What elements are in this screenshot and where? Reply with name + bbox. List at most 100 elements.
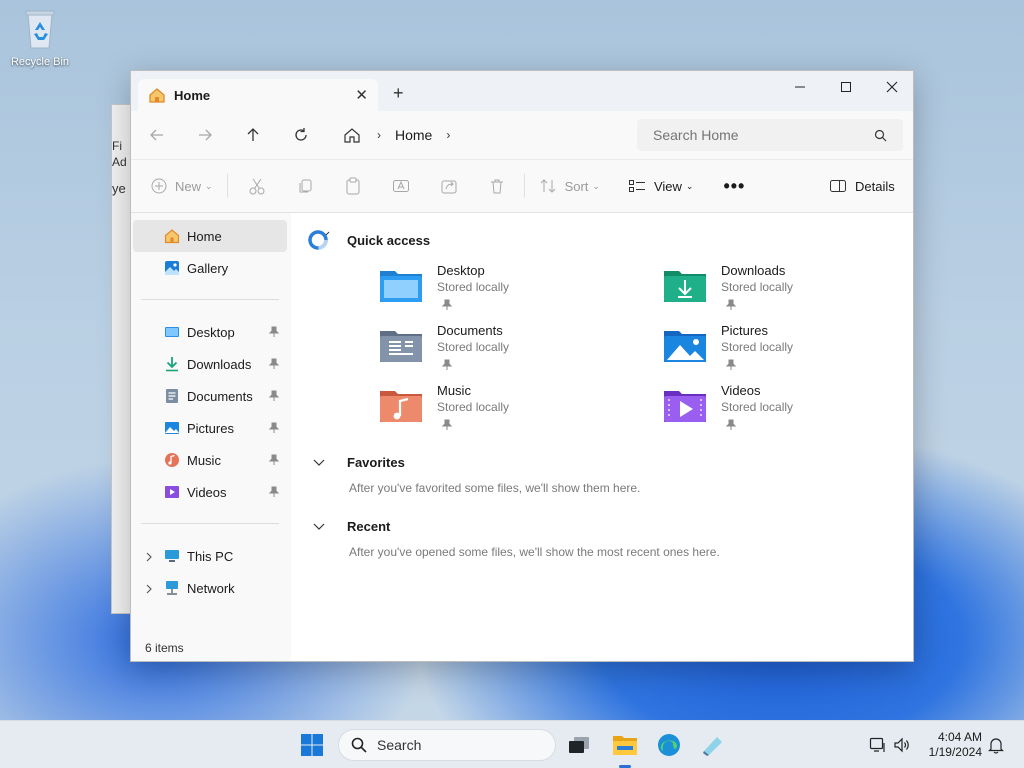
breadcrumb-home[interactable]: Home xyxy=(395,127,432,143)
up-button[interactable] xyxy=(229,119,277,151)
expand-chevron-icon[interactable] xyxy=(145,550,153,565)
minimize-button[interactable] xyxy=(777,71,823,103)
background-window-text-3: ye xyxy=(112,181,126,196)
paste-button[interactable] xyxy=(336,170,370,202)
quick-access-item-pictures[interactable]: Pictures Stored locally xyxy=(663,323,923,379)
expand-chevron-icon[interactable] xyxy=(145,582,153,597)
quick-access-location: Stored locally xyxy=(721,340,794,354)
pin-icon[interactable] xyxy=(269,390,279,402)
quick-access-location: Stored locally xyxy=(721,280,794,294)
sort-button[interactable]: Sort ⌄ xyxy=(531,170,608,202)
quick-access-item-downloads[interactable]: Downloads Stored locally xyxy=(663,263,923,319)
taskbar-search-box[interactable]: Search xyxy=(338,729,556,761)
sidebar-item-music[interactable]: Music xyxy=(133,444,287,476)
command-bar: New ⌄ Sort ⌄ View ⌄ ••• Details xyxy=(131,159,913,213)
arrow-right-icon xyxy=(199,129,212,141)
sidebar-item-label: Network xyxy=(187,580,235,596)
view-label: View xyxy=(653,178,682,194)
pin-icon[interactable] xyxy=(269,422,279,434)
taskbar-search-label: Search xyxy=(377,737,422,753)
pin-icon[interactable] xyxy=(269,358,279,370)
file-explorer-taskbar-button[interactable] xyxy=(609,729,641,761)
sidebar-item-label: Home xyxy=(187,228,222,244)
search-icon xyxy=(874,129,887,141)
share-button[interactable] xyxy=(432,170,466,202)
pin-icon[interactable] xyxy=(269,486,279,498)
breadcrumb-chevron-end-icon[interactable]: › xyxy=(446,128,450,142)
tab-home[interactable]: Home ✕ xyxy=(138,79,378,111)
maximize-button[interactable] xyxy=(823,71,869,103)
favorites-title: Favorites xyxy=(347,455,405,470)
sidebar-item-videos[interactable]: Videos xyxy=(133,476,287,508)
home-icon xyxy=(164,229,180,244)
home-icon xyxy=(344,128,360,143)
collapse-chevron-icon xyxy=(307,523,331,531)
quick-access-item-desktop[interactable]: Desktop Stored locally xyxy=(379,263,639,319)
trash-icon xyxy=(490,179,503,194)
new-tab-button[interactable]: + xyxy=(393,83,404,104)
pin-icon[interactable] xyxy=(269,326,279,338)
close-window-button[interactable] xyxy=(869,71,915,103)
sidebar-item-label: This PC xyxy=(187,548,234,564)
app-icon xyxy=(703,737,722,756)
sidebar-item-network[interactable]: Network xyxy=(133,572,287,604)
network-status-icon xyxy=(869,737,885,752)
notifications-button[interactable] xyxy=(980,729,1012,761)
sidebar-item-label: Desktop xyxy=(187,324,235,340)
quick-access-header[interactable]: Quick access xyxy=(307,229,430,251)
view-button[interactable]: View ⌄ xyxy=(620,170,702,202)
delete-button[interactable] xyxy=(480,170,514,202)
sidebar-item-gallery[interactable]: Gallery xyxy=(133,252,287,284)
loading-spinner-icon xyxy=(307,229,331,251)
recycle-bin-shortcut[interactable]: Recycle Bin xyxy=(4,8,76,68)
close-icon xyxy=(886,81,898,93)
start-button[interactable] xyxy=(296,729,328,761)
music-icon xyxy=(165,453,179,467)
search-box xyxy=(637,119,903,151)
task-view-button[interactable] xyxy=(563,729,595,761)
gallery-icon xyxy=(165,261,179,275)
recent-header[interactable]: Recent xyxy=(307,519,390,534)
toolbar-separator-2 xyxy=(523,174,525,198)
volume-button[interactable] xyxy=(886,729,918,761)
title-bar: Home ✕ + xyxy=(131,71,913,111)
search-input[interactable] xyxy=(653,127,874,143)
rename-button[interactable] xyxy=(384,170,418,202)
details-pane-button[interactable]: Details xyxy=(821,170,903,202)
new-button[interactable]: New ⌄ xyxy=(143,170,221,202)
quick-access-location: Stored locally xyxy=(437,400,510,414)
sidebar-item-this-pc[interactable]: This PC xyxy=(133,540,287,572)
system-clock[interactable]: 4:04 AM 1/19/2024 xyxy=(916,730,982,760)
forward-button[interactable] xyxy=(181,119,229,151)
chevron-down-icon: ⌄ xyxy=(205,180,213,191)
sidebar-item-pictures[interactable]: Pictures xyxy=(133,412,287,444)
edge-button[interactable] xyxy=(653,729,685,761)
app-taskbar-button[interactable] xyxy=(697,729,729,761)
refresh-button[interactable] xyxy=(277,119,325,151)
close-tab-icon[interactable]: ✕ xyxy=(355,86,368,104)
quick-access-name: Documents xyxy=(437,323,503,338)
quick-access-item-videos[interactable]: Videos Stored locally xyxy=(663,383,923,439)
quick-access-name: Music xyxy=(437,383,471,398)
more-options-button[interactable]: ••• xyxy=(715,170,753,202)
quick-access-name: Videos xyxy=(721,383,761,398)
pin-icon[interactable] xyxy=(269,454,279,466)
sidebar-item-documents[interactable]: Documents xyxy=(133,380,287,412)
ellipsis-icon: ••• xyxy=(723,175,746,196)
address-bar[interactable]: › Home › xyxy=(333,119,623,151)
speaker-icon xyxy=(894,737,909,753)
sidebar-item-home[interactable]: Home xyxy=(133,220,287,252)
sidebar-item-downloads[interactable]: Downloads xyxy=(133,348,287,380)
cut-button[interactable] xyxy=(240,170,274,202)
quick-access-item-documents[interactable]: Documents Stored locally xyxy=(379,323,639,379)
quick-access-item-music[interactable]: Music Stored locally xyxy=(379,383,639,439)
breadcrumb-chevron-icon: › xyxy=(377,128,381,142)
scissors-icon xyxy=(249,178,265,195)
favorites-header[interactable]: Favorites xyxy=(307,455,405,470)
copy-button[interactable] xyxy=(288,170,322,202)
sort-chevron-icon: ⌄ xyxy=(592,180,600,191)
quick-access-location: Stored locally xyxy=(721,400,794,414)
sidebar-item-desktop[interactable]: Desktop xyxy=(133,316,287,348)
music-folder-icon xyxy=(380,391,422,422)
back-button[interactable] xyxy=(133,119,181,151)
